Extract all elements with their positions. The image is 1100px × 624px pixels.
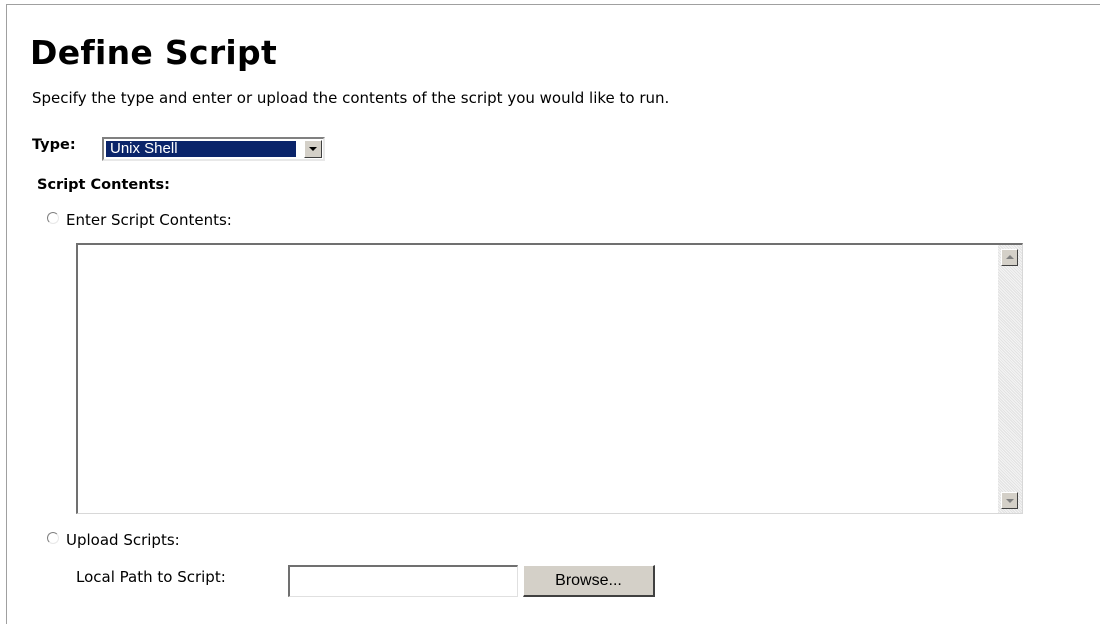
enter-script-label: Enter Script Contents: [66, 211, 232, 229]
chevron-down-icon[interactable] [304, 140, 322, 158]
page-description: Specify the type and enter or upload the… [32, 89, 670, 107]
type-select-value: Unix Shell [106, 141, 296, 157]
type-label: Type: [32, 137, 76, 153]
scroll-down-arrow-icon[interactable] [1001, 492, 1018, 509]
upload-scripts-radio[interactable] [47, 532, 59, 544]
local-path-input[interactable] [288, 565, 518, 597]
script-contents-textarea[interactable] [76, 243, 1023, 514]
upload-scripts-label: Upload Scripts: [66, 531, 180, 549]
enter-script-option[interactable]: Enter Script Contents: [47, 211, 232, 229]
type-select[interactable]: Unix Shell [102, 137, 325, 161]
upload-scripts-option[interactable]: Upload Scripts: [47, 531, 180, 549]
enter-script-radio[interactable] [47, 212, 59, 224]
script-contents-label: Script Contents: [37, 177, 170, 193]
browse-button[interactable]: Browse... [523, 565, 655, 597]
page-title: Define Script [30, 33, 278, 72]
local-path-label: Local Path to Script: [76, 568, 226, 586]
scroll-up-arrow-icon[interactable] [1001, 249, 1018, 266]
textarea-scrollbar[interactable] [998, 245, 1022, 513]
